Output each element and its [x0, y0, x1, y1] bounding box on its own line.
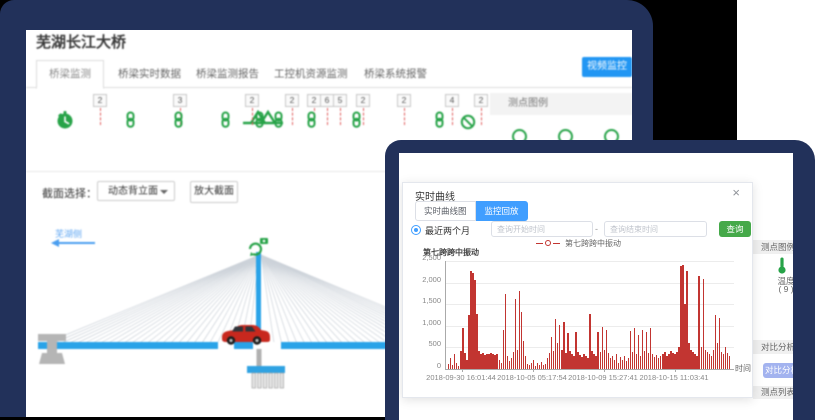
section-select-dropdown[interactable]: 动态背立面: [97, 181, 175, 201]
sensor-dash-line: [327, 108, 328, 125]
temperature-count: ( 9 ): [771, 284, 793, 294]
dialog-tab-group: 实时曲线图监控回放: [415, 201, 528, 221]
sensor-dash-line: [404, 108, 405, 125]
chart-x-axis: 2018-09-30 16:01:442018-10-05 05:17:5420…: [445, 373, 740, 383]
chart-y-tick-label: 1,500: [422, 296, 441, 305]
tab-monitor-playback[interactable]: 监控回放: [476, 201, 528, 221]
no-entry-icon: [460, 114, 476, 135]
screenshot-stage: 芜湖长江大桥 桥梁监测 桥梁实时数据 桥梁监测报告 工控机资源监测 桥梁系统报警…: [0, 0, 815, 420]
car: [222, 325, 270, 345]
chart-y-axis: 2,5002,0001,5001,0005000: [409, 257, 443, 373]
section-select-value: 动态背立面: [108, 186, 158, 197]
chain-sensor-icon[interactable]: [172, 111, 185, 133]
sensor-count-badge: 2: [397, 94, 411, 107]
radio-label: 最近两个月: [425, 224, 470, 237]
chain-sensor-icon[interactable]: [272, 111, 285, 133]
chain-sensor-icon[interactable]: [433, 111, 446, 133]
chain-sensor-icon[interactable]: [124, 111, 137, 133]
caret-down-icon: [160, 190, 168, 194]
recent-two-months-radio[interactable]: [411, 225, 421, 235]
sensor-dash-line: [340, 108, 341, 125]
chain-sensor-icon[interactable]: [350, 111, 363, 133]
realtime-curve-dialog: 实时曲线 × 实时曲线图监控回放 最近两个月 - 查询 第七跨跨中振动 第七跨跨: [402, 182, 753, 398]
section-select-label: 截面选择：: [42, 185, 97, 201]
sensor-count-badge: 2: [474, 94, 488, 107]
enlarge-section-button[interactable]: 放大截面: [190, 181, 238, 203]
modal-window-content: 测点图例 温度 ( 9 ) 对比分析 对比分析 测点列表 实时曲线 × 实时曲线…: [399, 153, 793, 420]
chain-sensor-icon[interactable]: [305, 111, 318, 133]
legend-line-icon: [536, 243, 543, 244]
tower-pier: [257, 349, 262, 366]
chart-x-tick-label: 2018-10-05 05:17:54: [497, 373, 567, 382]
sensor-dash-line: [481, 108, 482, 125]
tab-realtime-curve[interactable]: 实时曲线图: [415, 201, 476, 221]
foundation-piles: [252, 373, 284, 388]
chart-tick-mark: [533, 369, 534, 372]
sensor-dash-line: [363, 108, 364, 125]
sensor-dash-line: [100, 108, 101, 125]
radio-dot-icon: [414, 228, 418, 232]
legend-circle-icon: [545, 240, 551, 246]
sensor-dash-line: [452, 108, 453, 125]
sensor-count-badge: 2: [93, 94, 107, 107]
sensor-count-badge: 5: [333, 94, 347, 107]
chart-gridline: [446, 283, 734, 284]
sensor-count-badge: 4: [445, 94, 459, 107]
camera-rotate-icon[interactable]: [250, 238, 268, 256]
sensor-count-badge: 2: [356, 94, 370, 107]
chain-sensor-icon[interactable]: [219, 111, 232, 133]
sensor-dash-line: [292, 108, 293, 125]
legend-panel-header: 测点图例: [490, 93, 632, 115]
chart-gridline: [446, 304, 734, 305]
foundation-cap: [247, 366, 285, 373]
panel-legend-header: 测点图例: [753, 240, 793, 254]
chart-x-tick-label: 2018-10-09 15:27:41: [568, 373, 638, 382]
compare-analysis-button[interactable]: 对比分析: [763, 363, 793, 378]
sensor-count-badge: 6: [320, 94, 334, 107]
background-white-area: [737, 0, 815, 162]
chart-bar: [729, 356, 730, 369]
chart-y-tick-label: 0: [437, 361, 441, 370]
chart-x-tick-label: 2018-10-15 11:03:41: [639, 373, 708, 382]
clock-icon: [56, 110, 74, 135]
chart-tick-mark: [604, 369, 605, 372]
date-range-separator: -: [595, 224, 598, 234]
chart-y-tick-label: 500: [428, 339, 441, 348]
legend-line-icon: [553, 243, 560, 244]
chart-gridline: [446, 261, 734, 262]
chart-x-axis-title: 时间: [735, 363, 751, 374]
sensor-count-badge: 2: [245, 94, 259, 107]
start-time-input[interactable]: [491, 221, 593, 237]
end-time-input[interactable]: [604, 221, 707, 237]
sensor-count-badge: 2: [285, 94, 299, 107]
modal-window: 测点图例 温度 ( 9 ) 对比分析 对比分析 测点列表 实时曲线 × 实时曲线…: [385, 140, 815, 420]
chart-tick-mark: [462, 369, 463, 372]
panel-compare-header: 对比分析: [753, 340, 793, 354]
chart-plot: [445, 261, 734, 370]
sensor-row: 23222652242: [26, 30, 632, 140]
bridge-deck: [38, 342, 396, 349]
sensor-count-badge: 3: [173, 94, 187, 107]
legend-entry-label: 第七跨跨中振动: [565, 238, 621, 249]
chart-x-tick-label: 2018-09-30 16:01:44: [426, 373, 496, 382]
chain-sensor-icon[interactable]: [253, 111, 266, 133]
chart-y-tick-label: 1,000: [422, 318, 441, 327]
chart-tick-mark: [675, 369, 676, 372]
chart-y-tick-label: 2,000: [422, 275, 441, 284]
close-icon[interactable]: ×: [732, 185, 740, 200]
sensor-count-badge: 2: [307, 94, 321, 107]
query-button[interactable]: 查询: [719, 221, 751, 237]
chart-y-tick-label: 2,500: [422, 253, 441, 262]
panel-point-list-header: 测点列表: [753, 386, 793, 399]
